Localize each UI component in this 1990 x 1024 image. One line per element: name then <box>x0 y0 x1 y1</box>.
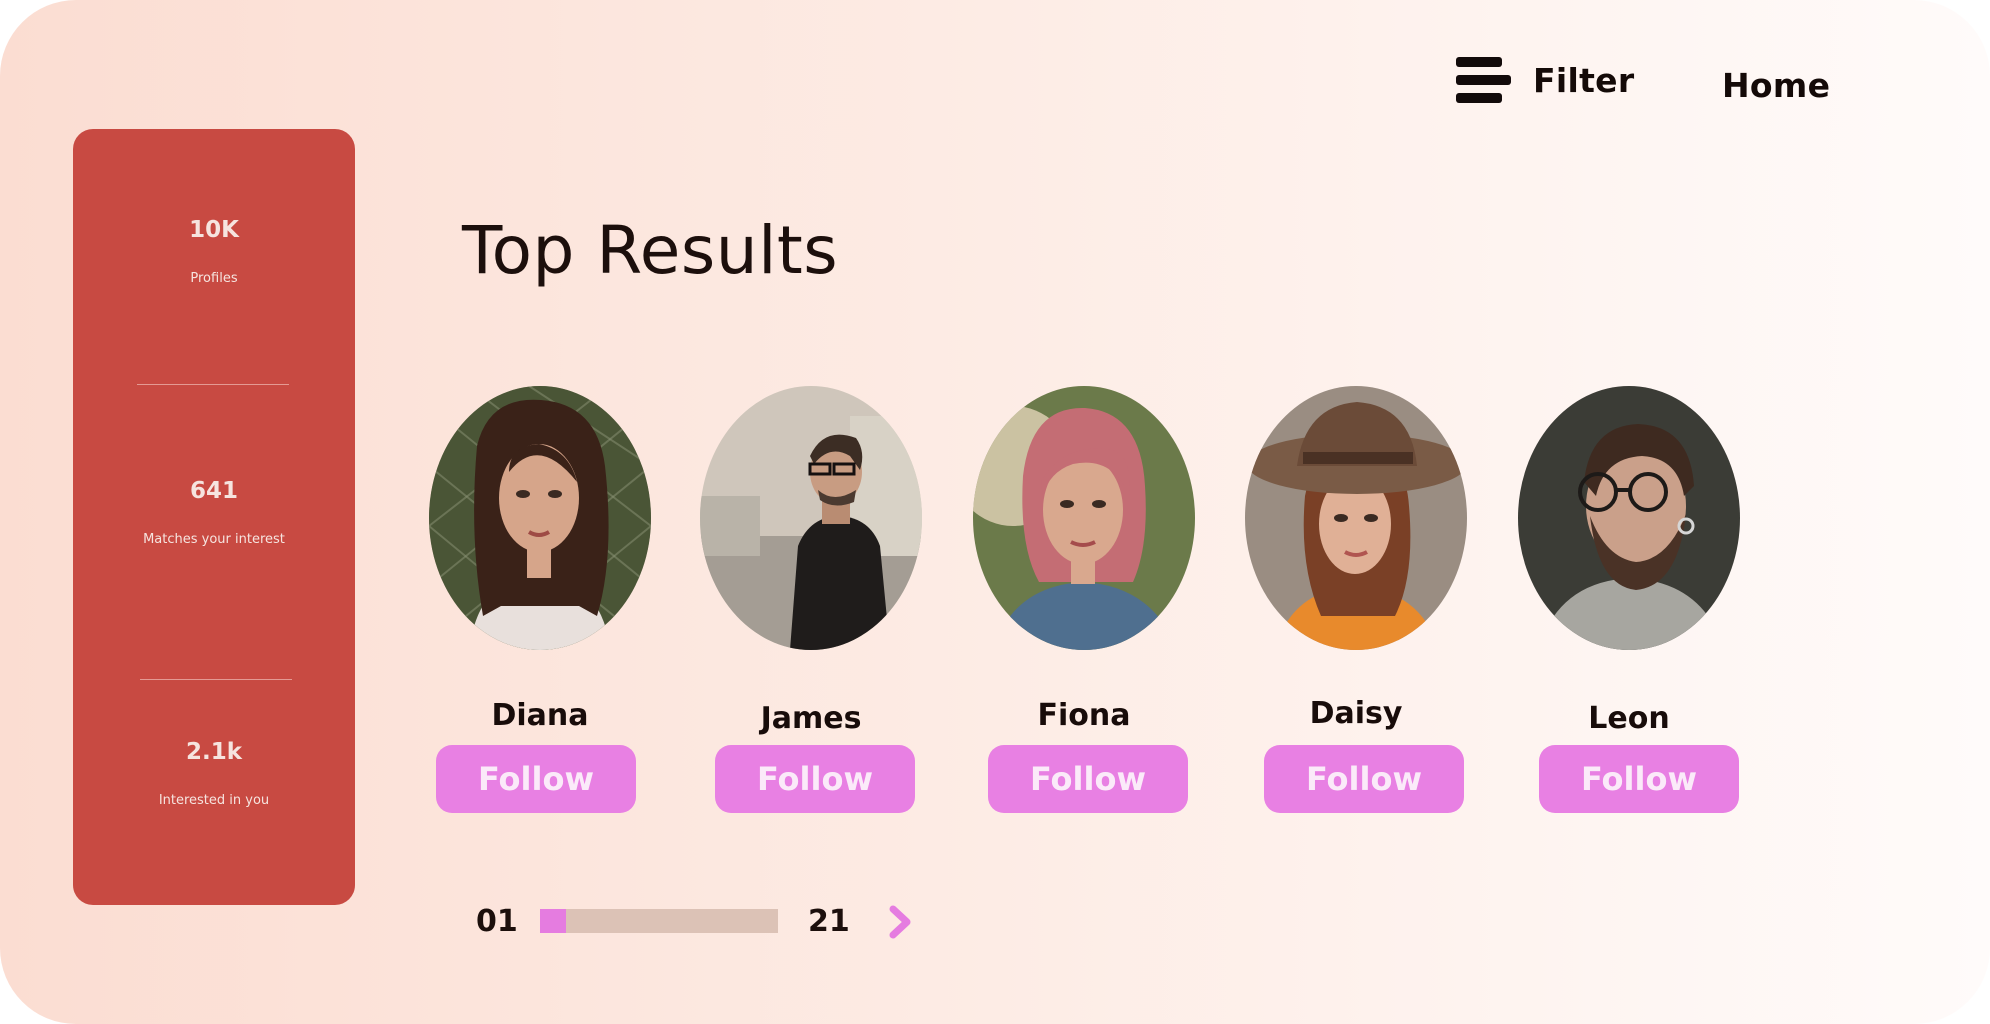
profile-card: James Follow <box>700 386 922 813</box>
stat-label: Profiles <box>190 271 238 286</box>
stat-label: Interested in you <box>158 793 270 808</box>
profile-name: Fiona <box>1037 698 1131 733</box>
stat-label: Matches your interest <box>143 532 285 547</box>
follow-button[interactable]: Follow <box>436 745 636 813</box>
stat-value: 641 <box>189 478 238 504</box>
divider <box>137 384 289 385</box>
chevron-right-icon[interactable] <box>888 905 912 939</box>
filter-button[interactable]: Filter <box>1456 55 1634 105</box>
profile-card: Leon Follow <box>1518 386 1740 813</box>
profile-name: James <box>760 701 862 736</box>
stat-matches: 641 Matches your interest <box>73 478 355 547</box>
avatar[interactable] <box>429 386 651 650</box>
profile-name: Leon <box>1588 701 1670 736</box>
stat-value: 10K <box>189 217 239 243</box>
avatar[interactable] <box>1518 386 1740 650</box>
follow-button[interactable]: Follow <box>715 745 915 813</box>
stat-value: 2.1k <box>185 739 243 765</box>
follow-button[interactable]: Follow <box>988 745 1188 813</box>
stat-interested: 2.1k Interested in you <box>73 739 355 808</box>
profile-name: Diana <box>491 698 589 733</box>
profile-card: Diana Follow <box>429 386 651 813</box>
filter-label: Filter <box>1533 60 1635 100</box>
divider <box>140 679 292 680</box>
page-progress[interactable] <box>540 909 778 933</box>
profile-card: Daisy Follow <box>1245 386 1467 813</box>
profile-name: Daisy <box>1309 696 1403 731</box>
follow-button[interactable]: Follow <box>1539 745 1739 813</box>
menu-icon <box>1456 55 1511 105</box>
avatar[interactable] <box>1245 386 1467 650</box>
page-title: Top Results <box>462 212 839 289</box>
app-frame: Filter Home 10K Profiles 641 Matches you… <box>0 0 1990 1024</box>
page-progress-fill <box>540 909 566 933</box>
page-current: 01 <box>476 904 518 939</box>
stats-sidebar: 10K Profiles 641 Matches your interest 2… <box>73 129 355 905</box>
avatar[interactable] <box>700 386 922 650</box>
follow-button[interactable]: Follow <box>1264 745 1464 813</box>
page-total: 21 <box>808 904 850 939</box>
profile-card: Fiona Follow <box>973 386 1195 813</box>
home-link[interactable]: Home <box>1722 66 1830 105</box>
stat-profiles: 10K Profiles <box>73 217 355 286</box>
avatar[interactable] <box>973 386 1195 650</box>
